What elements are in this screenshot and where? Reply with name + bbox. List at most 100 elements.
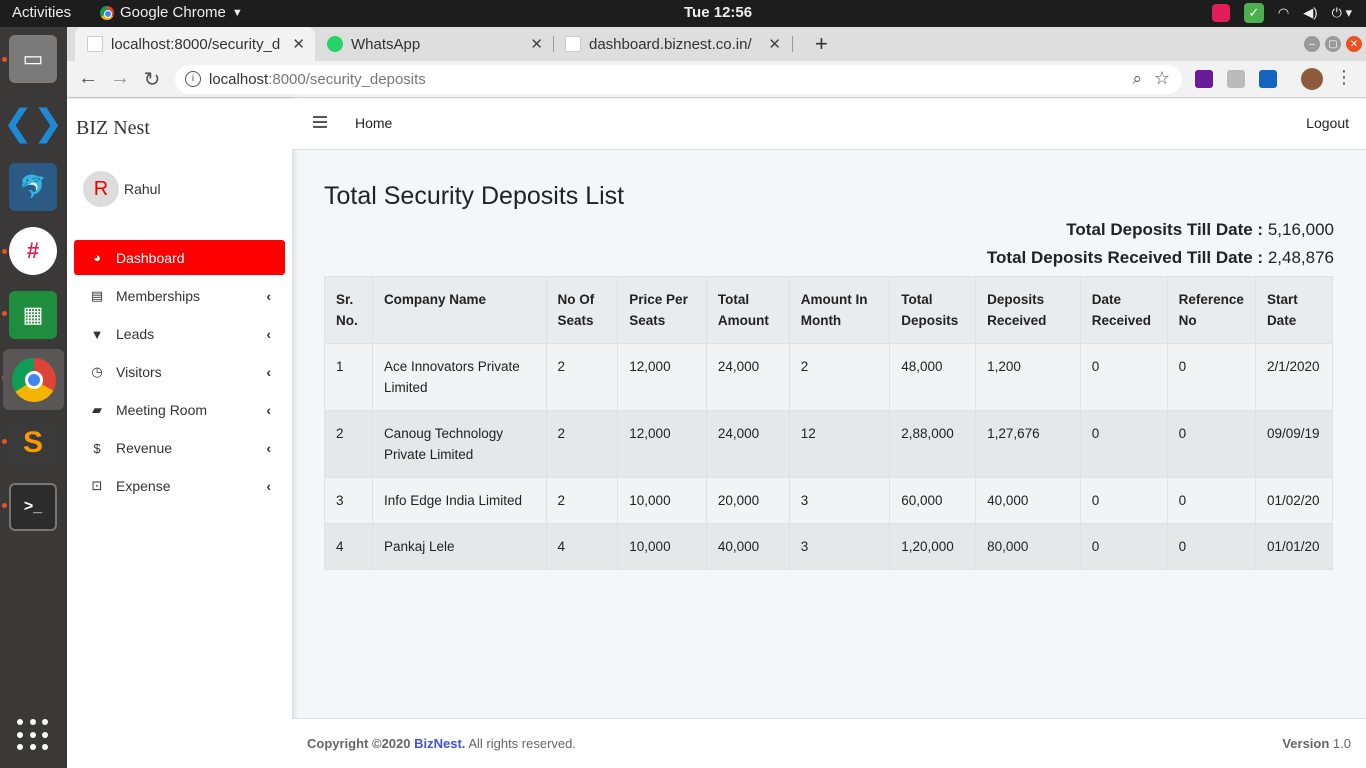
minimize-icon[interactable]: – bbox=[1304, 36, 1320, 52]
total-received-label: Total Deposits Received Till Date : bbox=[986, 248, 1264, 267]
extension-icon[interactable] bbox=[1227, 70, 1245, 88]
table-row: 2 Canoug Technology Private Limited 2 12… bbox=[324, 410, 1334, 478]
sidebar: BIZ Nest R Rahul ◕ Dashboard ▤ Membershi… bbox=[67, 99, 292, 768]
table-row: 4 Pankaj Lele 4 10,000 40,000 3 1,20,000… bbox=[324, 523, 1334, 570]
zoom-icon[interactable]: ⌕ bbox=[1132, 69, 1142, 89]
table-cell: 2 bbox=[324, 410, 373, 478]
address-bar[interactable]: i localhost:8000/security_deposits ⌕ ☆ bbox=[175, 65, 1182, 94]
reload-icon[interactable]: ↻ bbox=[139, 67, 165, 92]
table-cell: 2/1/2020 bbox=[1254, 343, 1334, 411]
table-cell: 4 bbox=[324, 523, 373, 570]
column-header[interactable]: Start Date bbox=[1254, 276, 1334, 344]
hamburger-menu-icon[interactable] bbox=[313, 116, 327, 128]
running-indicator bbox=[2, 503, 7, 508]
avatar[interactable]: R bbox=[83, 171, 119, 207]
system-tray[interactable]: ✓ ◠ ◀) ⏻ ▾ bbox=[1211, 3, 1352, 23]
volume-icon[interactable]: ◀) bbox=[1303, 5, 1317, 21]
table-cell: Ace Innovators Private Limited bbox=[371, 343, 547, 411]
sidebar-item-memberships[interactable]: ▤ Memberships ‹ bbox=[74, 277, 285, 315]
running-indicator bbox=[2, 57, 7, 62]
total-deposits-summary: Total Deposits Till Date : 5,16,000 bbox=[1066, 220, 1334, 240]
sidebar-item-visitors[interactable]: ◷ Visitors ‹ bbox=[74, 353, 285, 391]
copyright-label: Copyright ©2020 bbox=[307, 736, 411, 751]
terminal-icon[interactable]: >_ bbox=[9, 483, 57, 531]
chevron-left-icon: ‹ bbox=[266, 364, 271, 380]
table-cell: 0 bbox=[1166, 343, 1256, 411]
power-icon[interactable]: ⏻ ▾ bbox=[1332, 5, 1352, 21]
biznest-link[interactable]: BizNest. bbox=[414, 736, 465, 751]
column-header[interactable]: Date Received bbox=[1079, 276, 1168, 344]
files-icon[interactable]: ▭ bbox=[9, 35, 57, 83]
app-menu-label: Google Chrome bbox=[120, 4, 226, 21]
app-menu[interactable]: Google Chrome ▼ bbox=[100, 4, 243, 21]
whatsapp-favicon bbox=[327, 36, 343, 52]
sidebar-item-label: Memberships bbox=[116, 288, 201, 304]
plus-icon: + bbox=[815, 31, 828, 56]
caret-down-icon: ▼ bbox=[231, 6, 243, 19]
slack-icon[interactable]: # bbox=[9, 227, 57, 275]
close-tab-icon[interactable]: ✕ bbox=[292, 35, 305, 53]
check-tray-icon[interactable]: ✓ bbox=[1243, 3, 1264, 23]
column-header[interactable]: Total Deposits bbox=[889, 276, 977, 344]
profile-avatar[interactable] bbox=[1301, 68, 1323, 90]
sidebar-item-leads[interactable]: ▼ Leads ‹ bbox=[74, 315, 285, 353]
book-icon: ▰ bbox=[92, 402, 102, 417]
tab-security-deposits[interactable]: localhost:8000/security_d ✕ bbox=[75, 27, 315, 61]
mysql-workbench-icon[interactable]: 🐬 bbox=[9, 163, 57, 211]
chrome-toolbar: ← → ↻ i localhost:8000/security_deposits… bbox=[67, 61, 1366, 98]
clock[interactable]: Tue 12:56 bbox=[684, 4, 752, 21]
table-cell: 10,000 bbox=[617, 477, 707, 524]
column-header[interactable]: Sr. No. bbox=[324, 276, 373, 344]
tab-title: localhost:8000/security_d bbox=[111, 35, 281, 53]
user-name[interactable]: Rahul bbox=[124, 181, 161, 197]
total-received-summary: Total Deposits Received Till Date : 2,48… bbox=[987, 248, 1334, 268]
new-tab-button[interactable]: + bbox=[803, 27, 833, 61]
chrome-dock-icon[interactable] bbox=[3, 349, 64, 410]
column-header[interactable]: Company Name bbox=[371, 276, 547, 344]
close-tab-icon[interactable]: ✕ bbox=[768, 35, 781, 53]
tab-dashboard-biznest[interactable]: dashboard.biznest.co.in/ ✕ bbox=[553, 27, 791, 61]
table-cell: 4 bbox=[545, 523, 619, 570]
logout-link[interactable]: Logout bbox=[1306, 115, 1349, 131]
url-text[interactable]: localhost:8000/security_deposits bbox=[209, 71, 426, 88]
id-card-icon: ▤ bbox=[90, 288, 104, 303]
table-cell: 0 bbox=[1079, 523, 1168, 570]
forward-arrow-icon[interactable]: → bbox=[107, 67, 133, 90]
bookmark-star-icon[interactable]: ☆ bbox=[1154, 68, 1170, 89]
sidebar-item-revenue[interactable]: $ Revenue ‹ bbox=[74, 429, 285, 467]
column-header[interactable]: Reference No bbox=[1166, 276, 1256, 344]
vscode-icon[interactable]: ❮❯ bbox=[3, 99, 63, 147]
clock-icon: ◷ bbox=[91, 364, 103, 379]
sidebar-item-expense[interactable]: ⊡ Expense ‹ bbox=[74, 467, 285, 505]
wifi-icon[interactable]: ◠ bbox=[1278, 5, 1289, 21]
libreoffice-calc-icon[interactable]: ▦ bbox=[9, 291, 57, 339]
sublime-text-icon[interactable]: S bbox=[9, 419, 57, 467]
slack-tray-icon[interactable] bbox=[1211, 4, 1230, 22]
info-icon[interactable]: i bbox=[185, 71, 201, 87]
tab-whatsapp[interactable]: WhatsApp ✕ bbox=[315, 27, 553, 61]
close-window-icon[interactable]: ✕ bbox=[1346, 36, 1362, 52]
table-cell: 2 bbox=[545, 477, 619, 524]
top-navbar: Home Logout bbox=[292, 99, 1366, 150]
chrome-menu-icon[interactable]: ⋮ bbox=[1331, 67, 1357, 88]
column-header[interactable]: Amount In Month bbox=[788, 276, 891, 344]
show-applications-icon[interactable] bbox=[17, 719, 49, 751]
column-header[interactable]: Total Amount bbox=[705, 276, 790, 344]
column-header[interactable]: Deposits Received bbox=[975, 276, 1081, 344]
column-header[interactable]: No Of Seats bbox=[545, 276, 619, 344]
chevron-left-icon: ‹ bbox=[266, 402, 271, 418]
sidebar-item-dashboard[interactable]: ◕ Dashboard bbox=[74, 240, 285, 275]
table-cell: 60,000 bbox=[889, 477, 977, 524]
activities-button[interactable]: Activities bbox=[12, 4, 71, 21]
brand-logo[interactable]: BIZ Nest bbox=[76, 117, 150, 140]
extension-icon[interactable] bbox=[1259, 70, 1277, 88]
window-controls: – ▢ ✕ bbox=[1304, 36, 1362, 52]
sidebar-item-meeting-room[interactable]: ▰ Meeting Room ‹ bbox=[74, 391, 285, 429]
home-link[interactable]: Home bbox=[355, 115, 392, 131]
close-tab-icon[interactable]: ✕ bbox=[530, 35, 543, 53]
back-arrow-icon[interactable]: ← bbox=[75, 67, 101, 90]
extension-icon[interactable] bbox=[1195, 70, 1213, 88]
maximize-icon[interactable]: ▢ bbox=[1325, 36, 1341, 52]
table-cell: 0 bbox=[1166, 523, 1256, 570]
column-header[interactable]: Price Per Seats bbox=[617, 276, 707, 344]
